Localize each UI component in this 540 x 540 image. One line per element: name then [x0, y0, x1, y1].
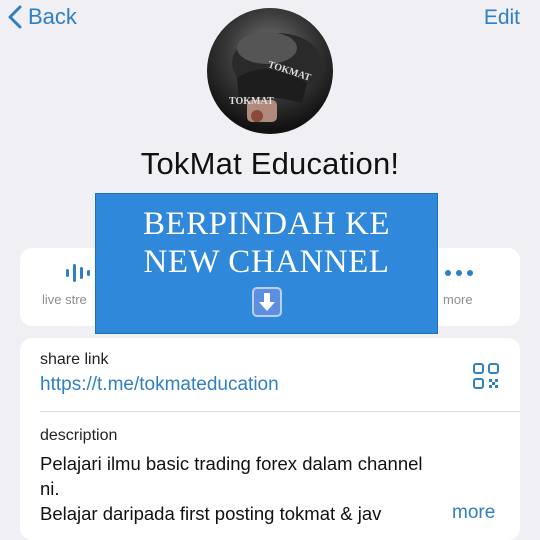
avatar-logo-text-2: TOKMAT	[229, 96, 274, 107]
channel-avatar[interactable]: TOKMAT TOKMAT	[207, 8, 333, 134]
live-stream-icon	[66, 264, 90, 282]
description-label: description	[40, 427, 118, 444]
down-arrow-icon	[251, 287, 282, 317]
divider	[40, 411, 520, 412]
description-line-1: Pelajari ilmu basic trading forex dalam …	[40, 453, 423, 474]
announcement-banner: BERPINDAH KE NEW CHANNEL	[95, 193, 438, 334]
share-link-label: share link	[40, 351, 109, 368]
channel-title: TokMat Education!	[140, 146, 400, 181]
qr-code-icon[interactable]	[472, 362, 500, 395]
back-button[interactable]: Back	[8, 4, 77, 30]
info-card: share link https://t.me/tokmateducation …	[20, 338, 520, 540]
more-button[interactable]: more	[430, 248, 520, 326]
live-stream-label: live stre	[42, 292, 87, 307]
description-more-link[interactable]: more	[452, 502, 495, 524]
edit-button[interactable]: Edit	[484, 6, 520, 30]
chevron-left-icon	[8, 5, 22, 29]
share-link-url[interactable]: https://t.me/tokmateducation	[40, 374, 279, 396]
description-line-3: Belajar daripada first posting tokmat & …	[40, 503, 382, 524]
more-label: more	[443, 292, 473, 307]
back-label: Back	[28, 4, 77, 29]
banner-line-1: BERPINDAH KE	[142, 206, 391, 242]
description-line-2: ni.	[40, 478, 60, 499]
more-icon	[445, 270, 473, 276]
banner-line-2: NEW CHANNEL	[143, 244, 390, 280]
